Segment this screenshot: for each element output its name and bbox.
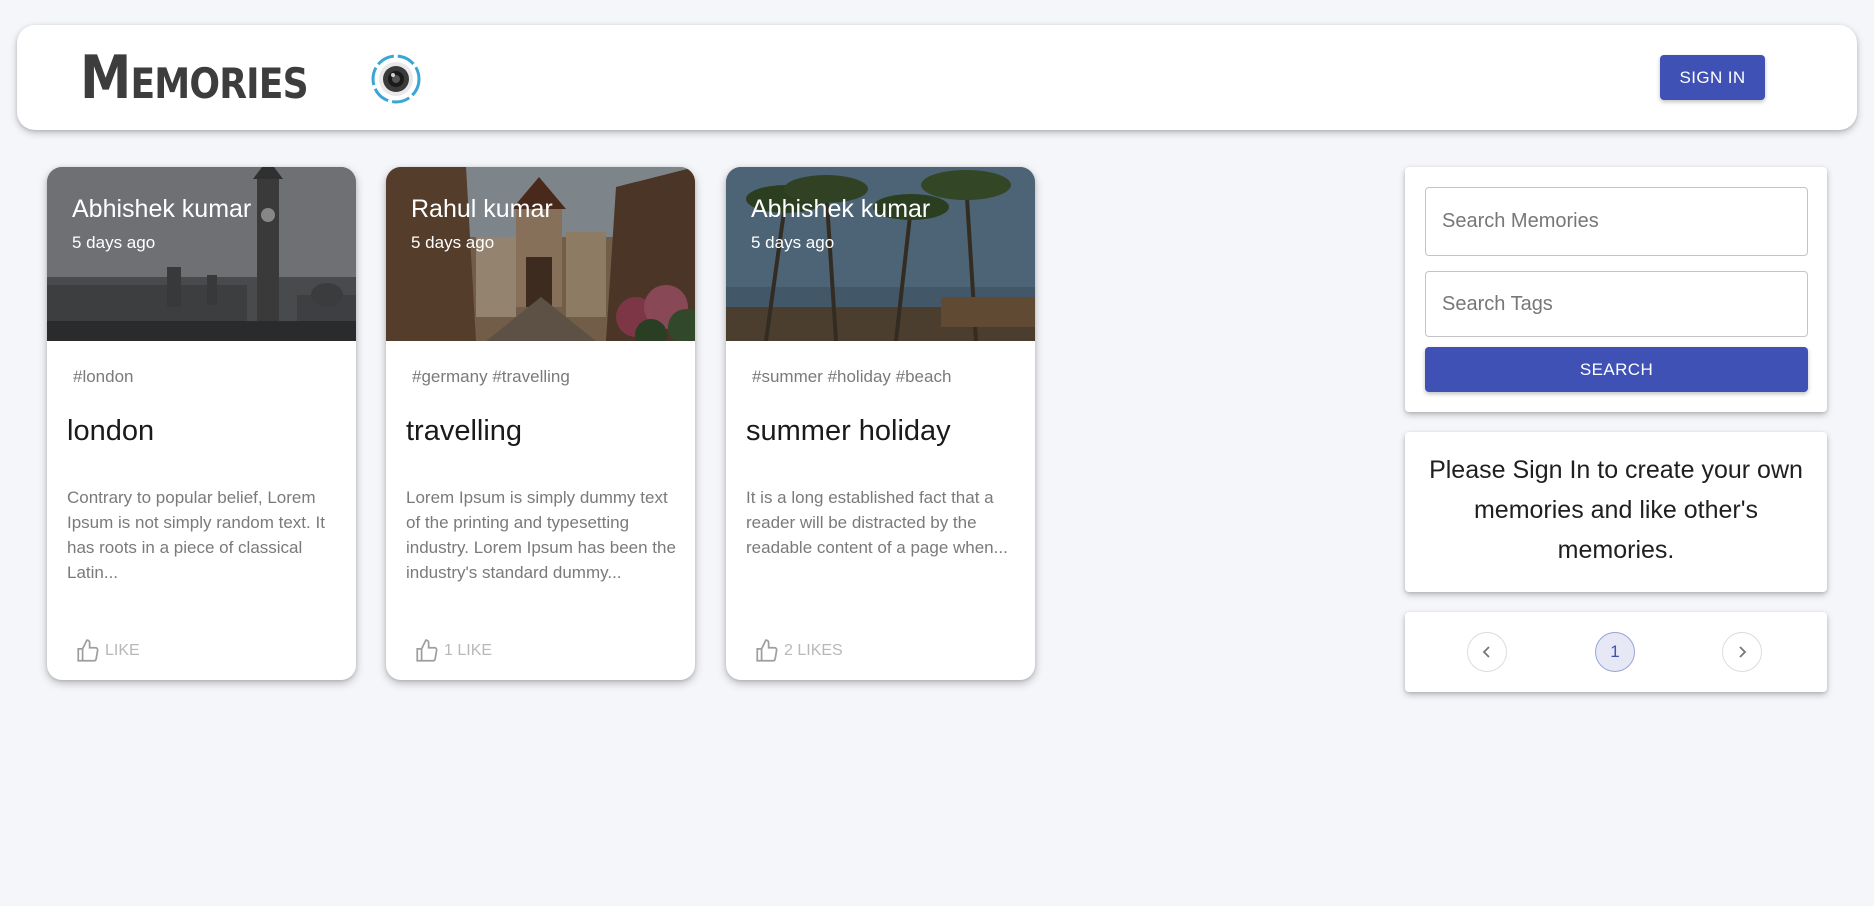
- like-button[interactable]: LIKE: [75, 637, 140, 665]
- card-title: travelling: [406, 415, 523, 447]
- thumb-up-icon: [756, 639, 778, 662]
- chevron-left-icon: [1482, 646, 1490, 658]
- memory-card: Abhishek kumar 5 days ago #london london…: [47, 167, 356, 680]
- chevron-right-icon: [1739, 646, 1747, 658]
- card-title: london: [67, 415, 155, 447]
- search-panel: SEARCH: [1405, 167, 1827, 412]
- card-excerpt: It is a long established fact that a rea…: [746, 488, 1008, 557]
- camera-lens-icon: [371, 54, 421, 104]
- card-author: Rahul kumar: [411, 195, 553, 223]
- memory-card: Rahul kumar 5 days ago #germany #travell…: [386, 167, 695, 680]
- card-tags: #germany #travelling: [412, 367, 570, 386]
- card-timestamp: 5 days ago: [751, 233, 835, 252]
- card-author: Abhishek kumar: [72, 195, 252, 223]
- card-image: [386, 167, 695, 341]
- like-label: 2 LIKES: [784, 642, 843, 659]
- card-excerpt: Lorem Ipsum is simply dummy text of the …: [406, 488, 676, 582]
- search-button[interactable]: SEARCH: [1425, 347, 1808, 392]
- like-button[interactable]: 2 LIKES: [754, 637, 843, 665]
- like-button[interactable]: 1 LIKE: [414, 637, 492, 665]
- previous-page-button[interactable]: [1467, 632, 1507, 672]
- signin-message: Please Sign In to create your own memori…: [1429, 456, 1803, 564]
- card-tags: #summer #holiday #beach: [752, 367, 952, 386]
- card-image: [726, 167, 1035, 341]
- card-tags: #london: [73, 367, 134, 386]
- like-label: 1 LIKE: [444, 642, 493, 659]
- thumb-up-icon: [416, 639, 438, 662]
- brand[interactable]: Memories: [80, 43, 421, 113]
- card-excerpt: Contrary to popular belief, Lorem Ipsum …: [67, 488, 325, 582]
- next-page-button[interactable]: [1722, 632, 1762, 672]
- like-label: LIKE: [105, 642, 140, 659]
- app-bar: Memories SIGN IN: [17, 25, 1857, 130]
- card-timestamp: 5 days ago: [411, 233, 495, 252]
- card-timestamp: 5 days ago: [72, 233, 156, 252]
- card-title: summer holiday: [746, 415, 951, 447]
- card-author: Abhishek kumar: [751, 195, 931, 223]
- pagination: 1: [1405, 612, 1827, 692]
- search-memories-input[interactable]: [1425, 187, 1808, 256]
- search-tags-input[interactable]: [1425, 271, 1808, 337]
- page-button-current[interactable]: 1: [1595, 632, 1635, 672]
- signin-prompt-panel: Please Sign In to create your own memori…: [1405, 432, 1827, 592]
- thumb-up-icon: [77, 639, 99, 662]
- sign-in-button[interactable]: SIGN IN: [1660, 55, 1765, 100]
- card-image: [47, 167, 356, 341]
- memory-card: Abhishek kumar 5 days ago #summer #holid…: [726, 167, 1035, 680]
- brand-title: Memories: [80, 43, 309, 113]
